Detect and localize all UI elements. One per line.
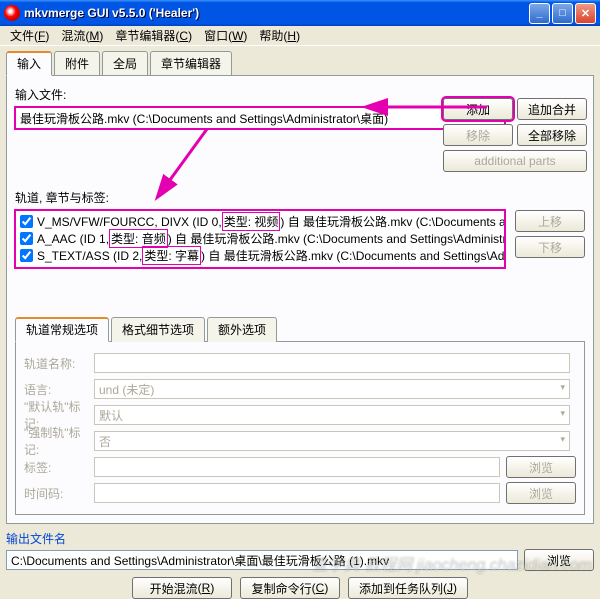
additional-parts-button[interactable]: additional parts xyxy=(443,150,587,172)
output-browse-button[interactable]: 浏览 xyxy=(524,549,594,571)
output-row: 输出文件名 xyxy=(6,530,594,547)
track-type-badge: 类型: 视频 xyxy=(222,212,281,231)
tags-label: 标签: xyxy=(24,459,94,476)
tab-global[interactable]: 全局 xyxy=(102,51,148,76)
track-row[interactable]: V_MS/VFW/FOURCC, DIVX (ID 0, 类型: 视频 ) 自 … xyxy=(18,213,502,230)
tags-browse-button[interactable]: 浏览 xyxy=(506,456,576,478)
add-button[interactable]: 添加 xyxy=(443,98,513,120)
app-icon xyxy=(4,5,20,21)
track-checkbox[interactable] xyxy=(20,249,33,262)
track-options-panel: 轨道名称: 语言: und (未定) "默认轨"标记: 默认 "强制轨"标记: … xyxy=(15,341,585,515)
annotation-arrow xyxy=(157,124,217,197)
titlebar: mkvmerge GUI v5.5.0 ('Healer') _ □ ✕ xyxy=(0,0,600,26)
tab-attachments[interactable]: 附件 xyxy=(54,51,100,76)
tags-input[interactable] xyxy=(94,457,500,477)
remove-all-button[interactable]: 全部移除 xyxy=(517,124,587,146)
file-buttons: 添加 追加合并 移除 全部移除 additional parts xyxy=(443,98,587,172)
bottom-buttons: 开始混流(R) 复制命令行(C) 添加到任务队列(J) xyxy=(0,577,600,599)
language-label: 语言: xyxy=(24,381,94,398)
language-select[interactable]: und (未定) xyxy=(94,379,570,399)
track-options-tabstrip: 轨道常规选项 格式细节选项 额外选项 xyxy=(15,316,585,341)
append-button[interactable]: 追加合并 xyxy=(517,98,587,120)
move-down-button[interactable]: 下移 xyxy=(515,236,585,258)
window-buttons: _ □ ✕ xyxy=(529,3,596,24)
menu-window[interactable]: 窗口(W) xyxy=(198,25,253,46)
main-panel: 输入文件: 最佳玩滑板公路.mkv (C:\Documents and Sett… xyxy=(6,75,594,524)
close-button[interactable]: ✕ xyxy=(575,3,596,24)
add-to-queue-button[interactable]: 添加到任务队列(J) xyxy=(348,577,468,599)
tab-chapter-editor[interactable]: 章节编辑器 xyxy=(150,51,232,76)
move-up-button[interactable]: 上移 xyxy=(515,210,585,232)
subtab-format[interactable]: 格式细节选项 xyxy=(111,317,205,342)
output-file-label: 输出文件名 xyxy=(6,530,66,547)
copy-cmdline-button[interactable]: 复制命令行(C) xyxy=(240,577,340,599)
start-mux-button[interactable]: 开始混流(R) xyxy=(132,577,232,599)
timecodes-label: 时间码: xyxy=(24,485,94,502)
forced-flag-select[interactable]: 否 xyxy=(94,431,570,451)
menubar: 文件(F) 混流(M) 章节编辑器(C) 窗口(W) 帮助(H) xyxy=(0,26,600,46)
track-name-input[interactable] xyxy=(94,353,570,373)
main-tabstrip: 输入 附件 全局 章节编辑器 xyxy=(0,46,600,75)
input-file-item: 最佳玩滑板公路.mkv (C:\Documents and Settings\A… xyxy=(20,110,388,127)
tab-input[interactable]: 输入 xyxy=(6,51,52,76)
output-file-input[interactable] xyxy=(6,550,518,570)
input-files-list[interactable]: 最佳玩滑板公路.mkv (C:\Documents and Settings\A… xyxy=(15,107,505,129)
forced-flag-label: "强制轨"标记: xyxy=(24,424,94,458)
default-flag-select[interactable]: 默认 xyxy=(94,405,570,425)
menu-chapter-editor[interactable]: 章节编辑器(C) xyxy=(109,25,198,46)
track-type-badge: 类型: 字幕 xyxy=(142,246,201,265)
track-row[interactable]: A_AAC (ID 1, 类型: 音频 ) 自 最佳玩滑板公路.mkv (C:\… xyxy=(18,230,502,247)
menu-file[interactable]: 文件(F) xyxy=(4,25,55,46)
tracks-label: 轨道, 章节与标签: xyxy=(15,189,585,206)
track-row[interactable]: S_TEXT/ASS (ID 2, 类型: 字幕 ) 自 最佳玩滑板公路.mkv… xyxy=(18,247,502,264)
timecodes-input[interactable] xyxy=(94,483,500,503)
maximize-button[interactable]: □ xyxy=(552,3,573,24)
subtab-general[interactable]: 轨道常规选项 xyxy=(15,317,109,342)
track-name-label: 轨道名称: xyxy=(24,355,94,372)
menu-mux[interactable]: 混流(M) xyxy=(55,25,109,46)
minimize-button[interactable]: _ xyxy=(529,3,550,24)
menu-help[interactable]: 帮助(H) xyxy=(253,25,306,46)
window-title: mkvmerge GUI v5.5.0 ('Healer') xyxy=(24,6,529,20)
timecodes-browse-button[interactable]: 浏览 xyxy=(506,482,576,504)
track-checkbox[interactable] xyxy=(20,232,33,245)
subtab-extra[interactable]: 额外选项 xyxy=(207,317,277,342)
tracks-list[interactable]: V_MS/VFW/FOURCC, DIVX (ID 0, 类型: 视频 ) 自 … xyxy=(15,210,505,268)
remove-button[interactable]: 移除 xyxy=(443,124,513,146)
track-checkbox[interactable] xyxy=(20,215,33,228)
